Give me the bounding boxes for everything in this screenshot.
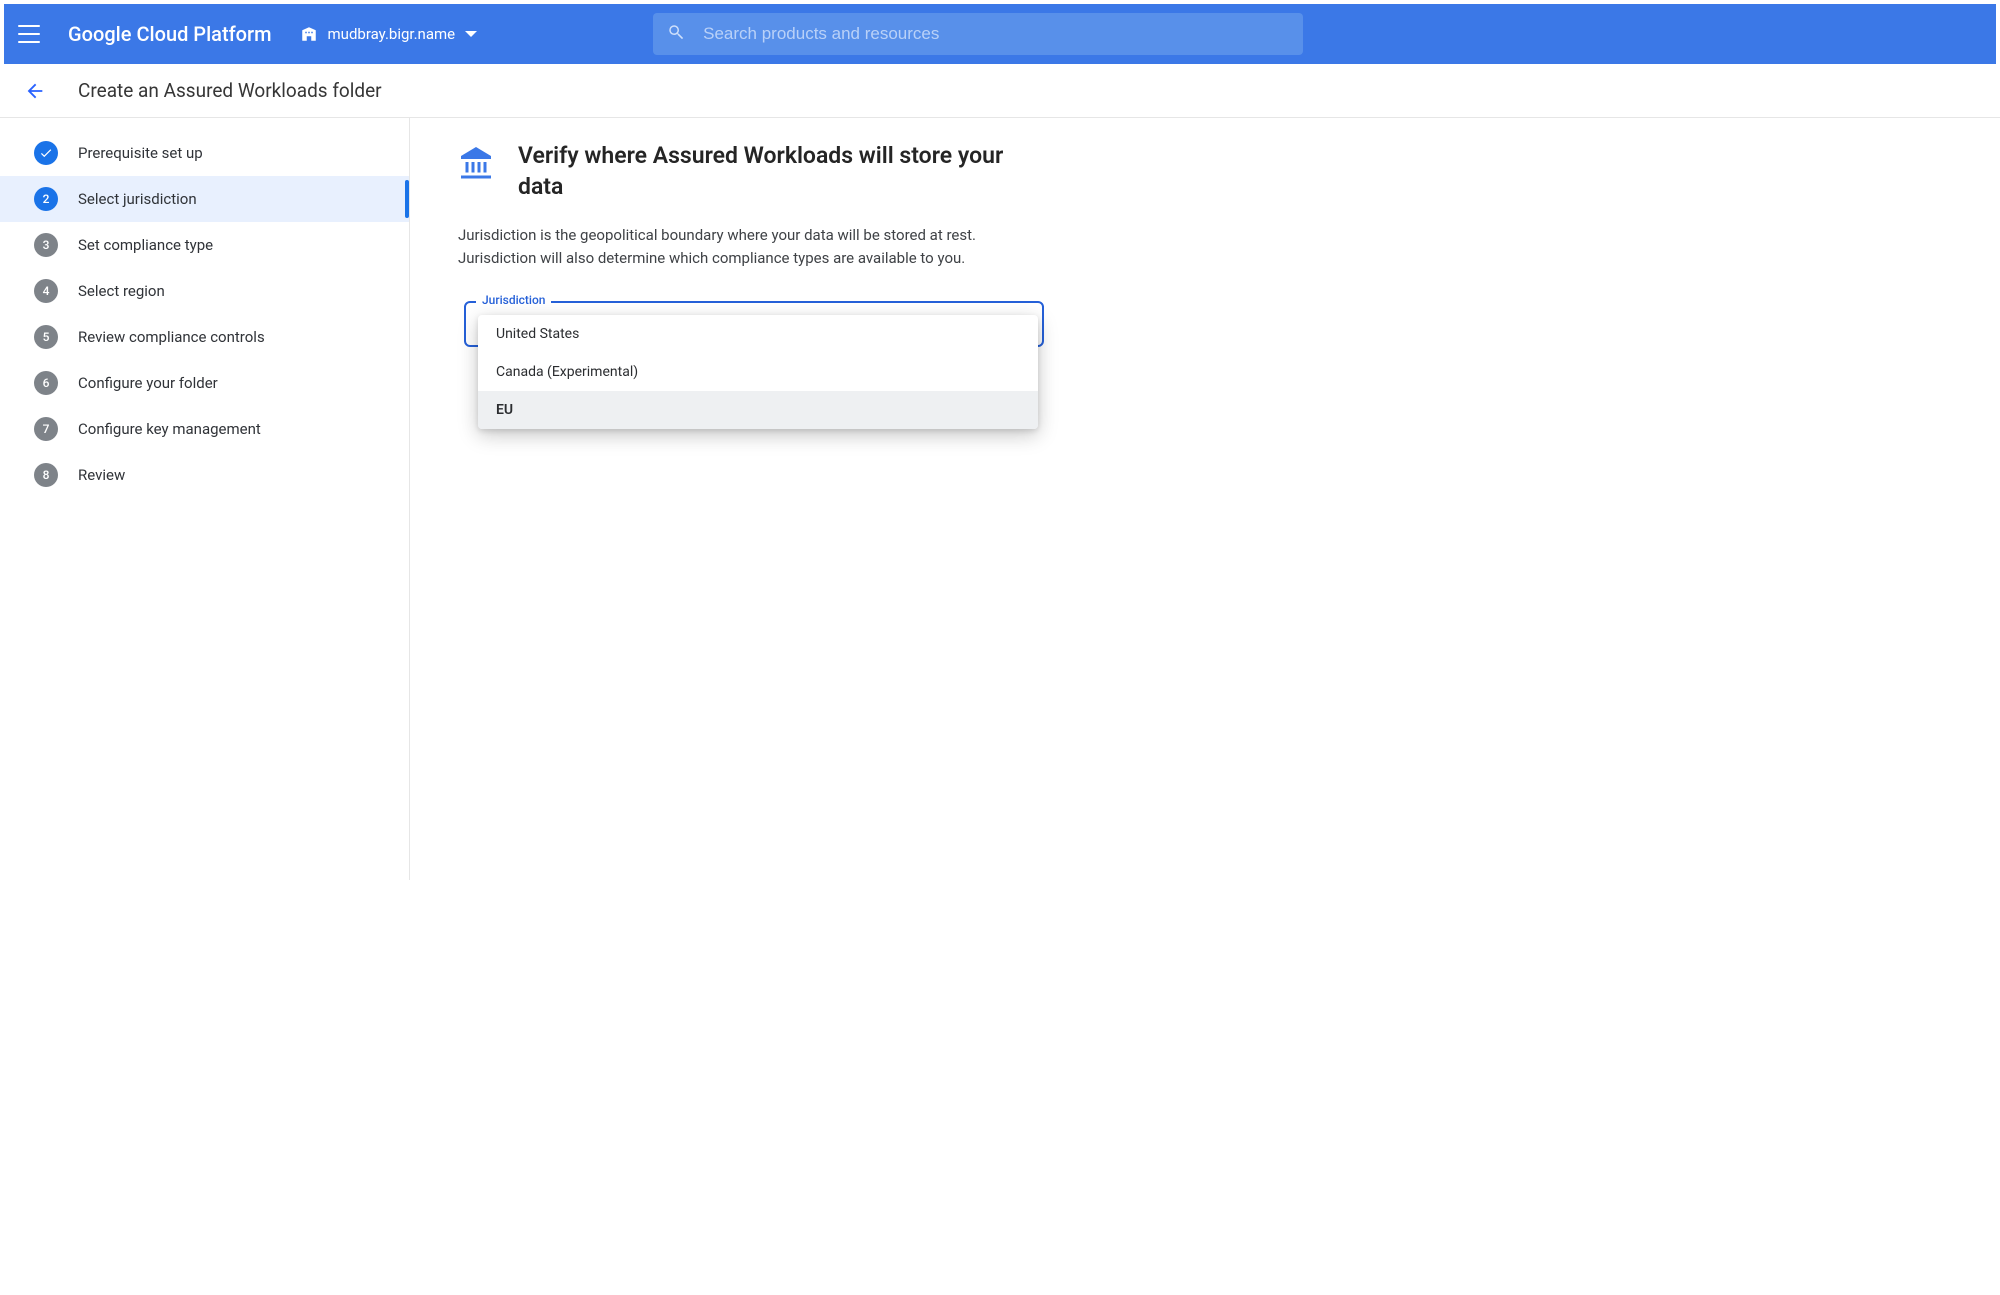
wizard-step[interactable]: 7 Configure key management — [0, 406, 409, 452]
step-bullet: 4 — [34, 279, 58, 303]
step-bullet: 5 — [34, 325, 58, 349]
main-description: Jurisdiction is the geopolitical boundar… — [458, 224, 1058, 271]
search-input[interactable] — [703, 24, 1289, 44]
jurisdiction-option[interactable]: United States — [478, 315, 1038, 353]
main-title: Verify where Assured Workloads will stor… — [518, 140, 1038, 202]
step-label: Configure key management — [78, 420, 261, 438]
sub-header: Create an Assured Workloads folder — [0, 64, 2000, 118]
wizard-step[interactable]: 4 Select region — [0, 268, 409, 314]
project-name: mudbray.bigr.name — [328, 25, 456, 43]
jurisdiction-dropdown-menu: United StatesCanada (Experimental)EU — [478, 315, 1038, 429]
search-box[interactable] — [653, 13, 1303, 55]
wizard-step[interactable]: 3 Set compliance type — [0, 222, 409, 268]
step-label: Select region — [78, 282, 165, 300]
main-pane: Verify where Assured Workloads will stor… — [410, 118, 2000, 880]
step-label: Prerequisite set up — [78, 144, 203, 162]
step-label: Review compliance controls — [78, 328, 265, 346]
menu-icon[interactable] — [18, 25, 40, 43]
page-title: Create an Assured Workloads folder — [78, 79, 382, 102]
step-label: Configure your folder — [78, 374, 218, 392]
step-label: Set compliance type — [78, 236, 213, 254]
step-bullet: 6 — [34, 371, 58, 395]
wizard-step[interactable]: Prerequisite set up — [0, 130, 409, 176]
top-header: Google Cloud Platform mudbray.bigr.name — [0, 0, 2000, 64]
jurisdiction-field[interactable]: Jurisdiction United StatesCanada (Experi… — [464, 301, 1044, 347]
step-bullet: 2 — [34, 187, 58, 211]
wizard-step[interactable]: 8 Review — [0, 452, 409, 498]
wizard-step[interactable]: 5 Review compliance controls — [0, 314, 409, 360]
step-bullet: 7 — [34, 417, 58, 441]
step-label: Select jurisdiction — [78, 190, 197, 208]
product-name: Google Cloud Platform — [68, 22, 272, 46]
wizard-step[interactable]: 6 Configure your folder — [0, 360, 409, 406]
search-icon — [667, 23, 685, 45]
back-arrow-icon[interactable] — [24, 80, 46, 102]
wizard-step[interactable]: 2 Select jurisdiction — [0, 176, 409, 222]
jurisdiction-field-label: Jurisdiction — [476, 293, 551, 307]
wizard-sidebar: Prerequisite set up 2 Select jurisdiction 3… — [0, 118, 410, 880]
step-bullet: 3 — [34, 233, 58, 257]
step-label: Review — [78, 466, 125, 484]
product-name-text: Google Cloud Platform — [68, 22, 272, 46]
jurisdiction-option[interactable]: Canada (Experimental) — [478, 353, 1038, 391]
project-icon — [300, 25, 318, 43]
chevron-down-icon — [465, 31, 477, 37]
step-bullet: 8 — [34, 463, 58, 487]
step-bullet — [34, 141, 58, 165]
jurisdiction-option[interactable]: EU — [478, 391, 1038, 429]
project-selector[interactable]: mudbray.bigr.name — [294, 21, 484, 47]
bank-icon — [458, 144, 494, 184]
